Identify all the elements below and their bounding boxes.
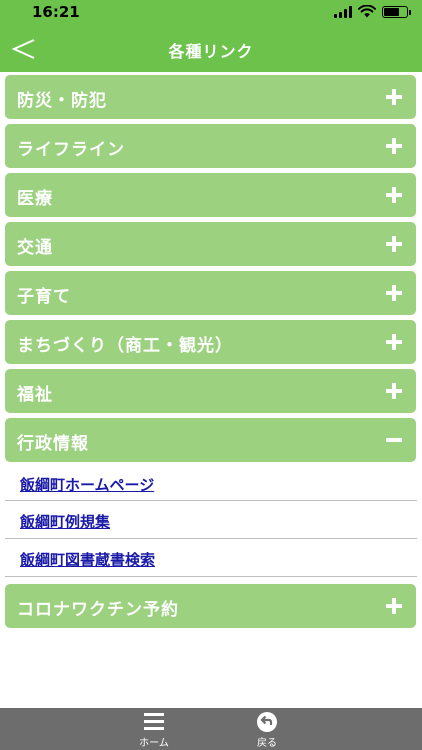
tab-home-label: ホーム: [139, 738, 169, 749]
category-label: 医療: [17, 189, 53, 209]
nav-bar: 各種リンク: [0, 26, 422, 72]
category-koutsuu[interactable]: 交通: [5, 222, 416, 266]
category-label: 交通: [17, 238, 53, 258]
status-icons: [334, 5, 411, 18]
divider: [5, 500, 417, 501]
link-iizuna-library-search[interactable]: 飯綱町図書蔵書検索: [20, 549, 155, 570]
link-iizuna-homepage[interactable]: 飯綱町ホームページ: [20, 474, 154, 495]
category-label: 防災・防犯: [17, 91, 107, 111]
plus-icon: [386, 383, 402, 399]
category-lifeline[interactable]: ライフライン: [5, 124, 416, 168]
plus-icon: [386, 334, 402, 350]
plus-icon: [386, 236, 402, 252]
category-machizukuri[interactable]: まちづくり（商工・観光）: [5, 320, 416, 364]
category-label: 福祉: [17, 385, 53, 405]
link-iizuna-reikishuu[interactable]: 飯綱町例規集: [20, 511, 110, 532]
menu-icon: [144, 713, 164, 730]
plus-icon: [386, 285, 402, 301]
page-title: 各種リンク: [168, 42, 254, 61]
plus-icon: [386, 89, 402, 105]
tab-home[interactable]: ホーム: [124, 711, 184, 749]
category-label: 行政情報: [17, 434, 89, 454]
category-label: まちづくり（商工・観光）: [17, 336, 233, 356]
status-bar: 16:21: [0, 0, 422, 26]
category-iryou[interactable]: 医療: [5, 173, 416, 217]
category-label: 子育て: [17, 287, 71, 307]
divider: [5, 576, 417, 577]
tab-back-label: 戻る: [257, 738, 277, 749]
divider: [5, 538, 417, 539]
category-fukushi[interactable]: 福祉: [5, 369, 416, 413]
minus-icon: [386, 432, 402, 448]
category-label: コロナワクチン予約: [17, 600, 179, 620]
category-kosodate[interactable]: 子育て: [5, 271, 416, 315]
tab-back[interactable]: 戻る: [237, 711, 297, 749]
status-time: 16:21: [32, 3, 80, 21]
wifi-icon: [358, 5, 376, 18]
battery-icon: [382, 5, 411, 18]
plus-icon: [386, 187, 402, 203]
plus-icon: [386, 598, 402, 614]
category-corona-vaccine[interactable]: コロナワクチン予約: [5, 584, 416, 628]
plus-icon: [386, 138, 402, 154]
link-list: 防災・防犯 ライフライン 医療 交通 子育て まちづくり（商工・観光） 福祉 行…: [0, 72, 422, 708]
return-arrow-icon: [257, 712, 277, 732]
signal-icon: [334, 5, 352, 18]
category-gyousei[interactable]: 行政情報: [5, 418, 416, 462]
category-label: ライフライン: [17, 140, 125, 160]
category-bousai[interactable]: 防災・防犯: [5, 75, 416, 119]
tab-bar: ホーム 戻る: [0, 708, 422, 750]
